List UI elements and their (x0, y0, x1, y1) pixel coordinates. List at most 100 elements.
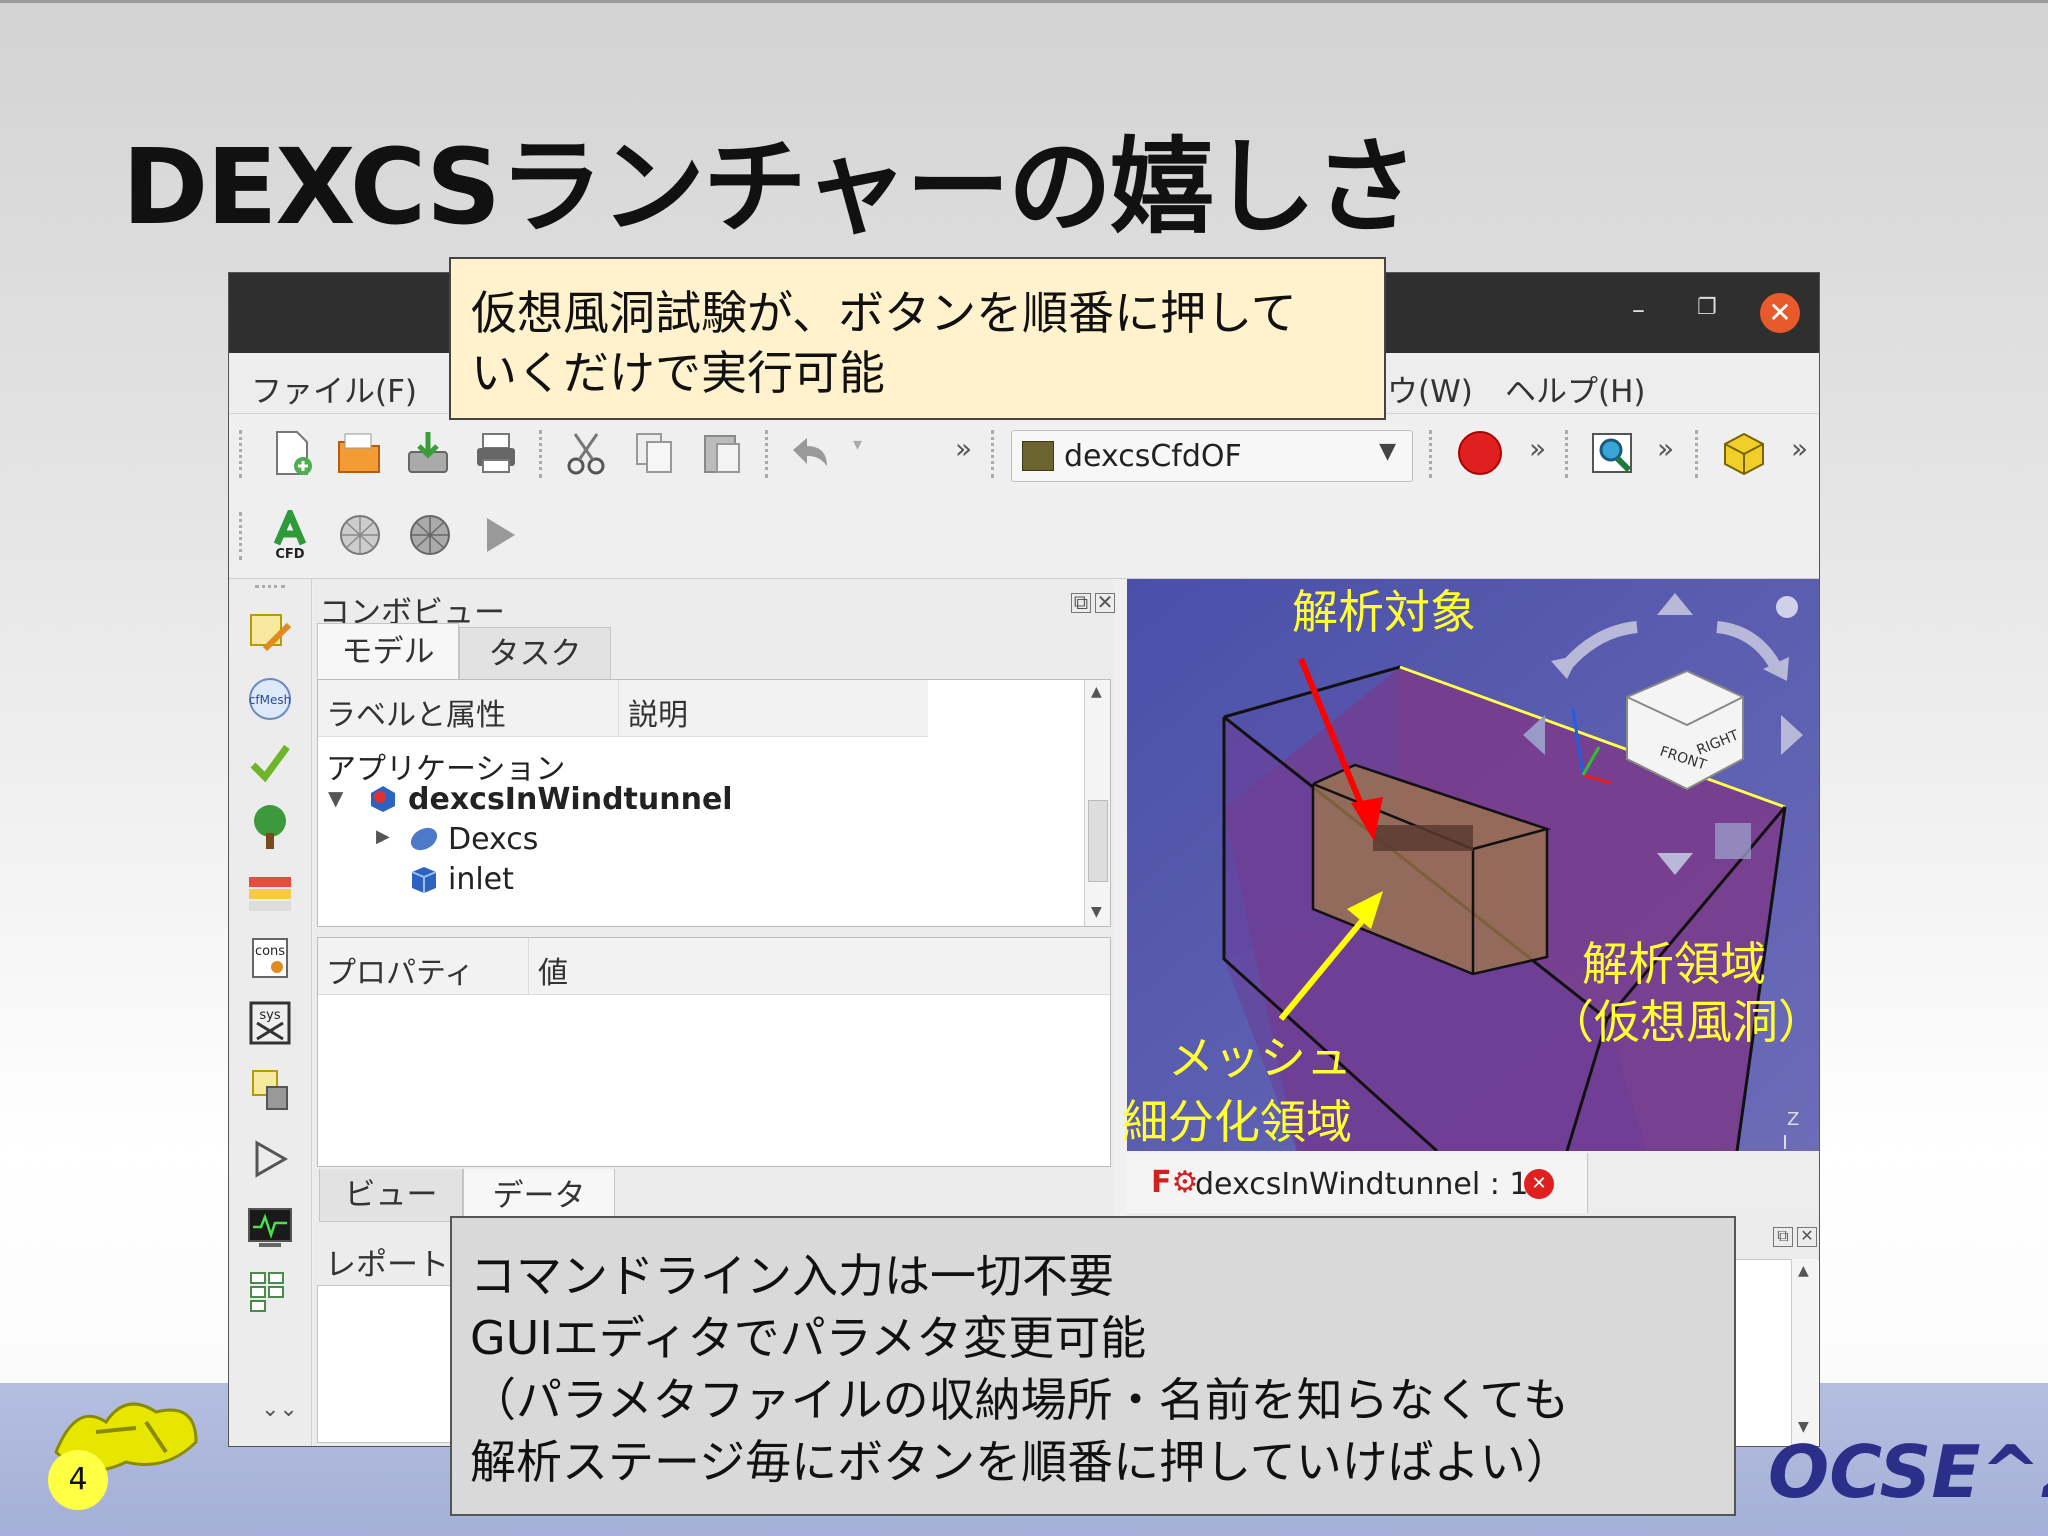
label-virtual-tunnel: （仮想風洞） (1548, 995, 1824, 1049)
callout-bottom-line: 解析ステージ毎にボタンを順番に押していけばよい） (470, 1435, 1572, 1489)
document-tab-title: dexcsInWindtunnel : 1 (1195, 1167, 1529, 1202)
restore-button[interactable]: ❐ (1697, 295, 1717, 320)
toolbar-grip[interactable] (1429, 430, 1438, 478)
expand-arrow-icon[interactable]: ▼ (328, 786, 343, 810)
layout-grid-icon[interactable] (245, 1267, 295, 1315)
check-mesh-icon[interactable] (245, 739, 295, 787)
menu-file[interactable]: ファイル(F) (251, 366, 417, 411)
copy-icon[interactable] (629, 428, 679, 478)
constant-editor-icon[interactable]: cons (245, 933, 295, 981)
mesh-sphere-dark-icon[interactable] (405, 510, 455, 560)
part-box-icon[interactable] (1719, 428, 1769, 478)
svg-text:Z: Z (1787, 1109, 1799, 1130)
expand-more-icon[interactable]: ⌄⌄ (261, 1397, 298, 1422)
cut-icon[interactable] (561, 428, 611, 478)
callout-top: 仮想風洞試験が、ボタンを順番に押して いくだけで実行可能 (449, 257, 1386, 420)
document-tab-bar: F⚙ dexcsInWindtunnel : 1 ✕ (1127, 1153, 1819, 1213)
scroll-up-icon[interactable]: ▲ (1798, 1263, 1809, 1279)
label-refinement-region: 細分化領域 (1122, 1095, 1352, 1149)
toolbar-overflow-icon[interactable]: » (955, 432, 972, 465)
property-header-value[interactable]: 値 (538, 948, 568, 992)
setup-case-icon[interactable] (245, 609, 295, 657)
svg-text:cons: cons (255, 944, 285, 959)
scroll-thumb[interactable] (1088, 800, 1108, 882)
workbench-selector[interactable]: dexcsCfdOF ▼ (1011, 430, 1413, 482)
new-document-icon[interactable] (267, 428, 317, 478)
mesh-sphere-icon[interactable] (335, 510, 385, 560)
open-folder-icon[interactable] (335, 428, 385, 478)
run-solver-icon[interactable] (245, 1135, 295, 1183)
menu-help[interactable]: ヘルプ(H) (1505, 366, 1646, 411)
toolbar-grip[interactable] (1695, 430, 1704, 478)
dexcs-launcher-toolbar: cfMesh cons sys ⌄⌄ (229, 579, 312, 1446)
column-divider (618, 680, 619, 736)
tree-item-inlet[interactable]: inlet (448, 862, 514, 897)
toolbar-grip[interactable] (1565, 430, 1574, 478)
record-macro-icon[interactable] (1455, 428, 1505, 478)
inlet-box-icon (411, 867, 437, 893)
collapse-arrow-icon[interactable]: ▶ (376, 826, 390, 847)
tree-header-description[interactable]: 説明 (628, 690, 688, 734)
tab-view[interactable]: ビュー (319, 1169, 463, 1222)
zoom-inspect-icon[interactable] (1587, 428, 1637, 478)
property-view: プロパティ 値 (317, 937, 1111, 1167)
cfd-toolbar: CFD (229, 496, 1819, 579)
callout-top-line: いくだけで実行可能 (471, 346, 885, 400)
tree-header: ラベルと属性 説明 (318, 680, 928, 737)
run-play-icon[interactable] (475, 510, 525, 560)
callout-bottom-line: GUIエディタでパラメタ変更可能 (470, 1311, 1147, 1365)
model-tree: ラベルと属性 説明 アプリケーション ▼ dexcsInWindtunnel ▶… (317, 679, 1111, 927)
document-tab[interactable]: F⚙ dexcsInWindtunnel : 1 ✕ (1127, 1153, 1588, 1213)
boundary-settings-icon[interactable] (245, 869, 295, 917)
cfmesh-icon[interactable]: cfMesh (245, 675, 295, 723)
document-icon (371, 786, 395, 812)
solver-settings-icon[interactable] (245, 1065, 295, 1113)
close-panel-icon[interactable]: ✕ (1797, 1227, 1817, 1247)
report-scrollbar[interactable]: ▲ ▼ (1791, 1259, 1818, 1446)
close-panel-icon[interactable]: ✕ (1095, 592, 1115, 613)
toolbar-grip[interactable] (991, 430, 1000, 478)
tree-scrollbar[interactable]: ▲ ▼ (1084, 680, 1110, 926)
toolbar-grip[interactable] (539, 430, 548, 478)
callout-bottom: コマンドライン入力は一切不要 GUIエディタでパラメタ変更可能 （パラメタファイ… (450, 1216, 1736, 1516)
tree-item-document[interactable]: dexcsInWindtunnel (408, 782, 733, 817)
minimize-button[interactable]: – (1632, 295, 1645, 325)
close-tab-icon[interactable]: ✕ (1524, 1169, 1554, 1199)
ocse-logo-text: OCSE^2 (1768, 1430, 2048, 1514)
toolbar-overflow-icon[interactable]: » (1529, 432, 1546, 465)
label-analysis-domain: 解析領域 (1582, 937, 1766, 991)
paste-icon[interactable] (697, 428, 747, 478)
system-editor-icon[interactable]: sys (245, 999, 295, 1047)
toolbar-grip[interactable] (239, 512, 248, 560)
save-icon[interactable] (403, 428, 453, 478)
undo-dropdown-icon[interactable]: ▾ (853, 434, 862, 455)
workbench-name: dexcsCfdOF (1064, 439, 1242, 474)
report-view-title: レポート (325, 1247, 449, 1283)
toolbar-grip[interactable] (765, 430, 774, 478)
print-icon[interactable] (471, 428, 521, 478)
tree-header-label[interactable]: ラベルと属性 (326, 690, 506, 734)
toolbar-overflow-icon[interactable]: » (1791, 432, 1808, 465)
dexcs-part-icon (410, 827, 438, 851)
label-analysis-target: 解析対象 (1292, 585, 1476, 639)
close-window-button[interactable]: ✕ (1760, 293, 1800, 333)
float-panel-icon[interactable]: ⧉ (1773, 1227, 1793, 1247)
cfd-analysis-icon[interactable]: CFD (265, 510, 315, 560)
svg-text:cfMesh: cfMesh (249, 693, 291, 707)
tab-task[interactable]: タスク (459, 627, 611, 680)
tree-model-icon[interactable] (245, 803, 295, 851)
toolbar-overflow-icon[interactable]: » (1657, 432, 1674, 465)
undo-icon[interactable] (785, 428, 835, 478)
toolbar-grip[interactable] (255, 585, 285, 592)
toolbar-grip[interactable] (239, 430, 248, 478)
residual-monitor-icon[interactable] (245, 1203, 295, 1251)
scroll-down-icon[interactable]: ▼ (1091, 904, 1102, 920)
tab-model[interactable]: モデル (317, 623, 459, 680)
menu-window[interactable]: ウ(W) (1387, 366, 1473, 411)
callout-top-line: 仮想風洞試験が、ボタンを順番に押して (471, 286, 1297, 340)
scroll-up-icon[interactable]: ▲ (1091, 684, 1102, 700)
float-panel-icon[interactable]: ⧉ (1071, 592, 1091, 613)
tree-item-dexcs[interactable]: Dexcs (448, 822, 538, 857)
label-mesh: メッシュ (1168, 1031, 1352, 1085)
property-header-name[interactable]: プロパティ (326, 948, 474, 992)
